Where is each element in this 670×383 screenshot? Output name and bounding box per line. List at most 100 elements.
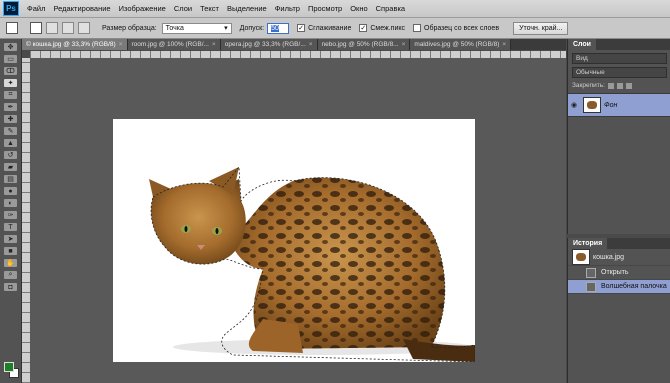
tab-label: room.jpg @ 100% (RGB/...	[131, 41, 209, 48]
menu-view[interactable]: Просмотр	[306, 4, 348, 13]
brush-tool-icon[interactable]: ✎	[4, 127, 17, 135]
blend-mode-select[interactable]: Обычные	[572, 67, 667, 78]
lock-pixels-icon[interactable]	[607, 82, 614, 89]
clone-stamp-tool-icon[interactable]: ▲	[4, 139, 17, 147]
magic-wand-preset-icon[interactable]	[6, 22, 18, 34]
history-panel: История кошка.jpg Открыть Волшебная пало…	[567, 238, 670, 383]
hand-tool-icon[interactable]: ✋	[4, 259, 17, 267]
tab-document-2[interactable]: room.jpg @ 100% (RGB/... ×	[127, 39, 221, 50]
vertical-ruler[interactable]	[22, 58, 30, 383]
sample-size-select[interactable]: Точка ▾	[161, 22, 232, 34]
close-icon[interactable]: ×	[212, 41, 216, 48]
new-selection-icon[interactable]	[30, 22, 42, 34]
blend-mode-value: Обычные	[576, 69, 605, 76]
layer-row-background[interactable]: ◉ Фон	[568, 93, 670, 117]
history-item-magic-wand[interactable]: Волшебная палочка	[568, 280, 670, 294]
history-item-open[interactable]: Открыть	[568, 266, 670, 280]
history-snapshot[interactable]: кошка.jpg	[568, 249, 670, 266]
tab-document-5[interactable]: maldives.jpg @ 50% (RGB/8) ×	[410, 39, 512, 50]
layer-kind-filter[interactable]: Вид	[572, 53, 667, 64]
menu-layers[interactable]: Слои	[172, 4, 198, 13]
menu-filter[interactable]: Фильтр	[273, 4, 306, 13]
intersect-selection-icon[interactable]	[78, 22, 90, 34]
type-tool-icon[interactable]: T	[4, 223, 17, 231]
document-workspace[interactable]	[30, 58, 566, 383]
path-selection-tool-icon[interactable]: ➤	[4, 235, 17, 243]
menu-type[interactable]: Текст	[198, 4, 225, 13]
menu-file[interactable]: Файл	[25, 4, 51, 13]
horizontal-ruler[interactable]	[30, 51, 566, 58]
layer-thumbnail	[583, 97, 601, 113]
snapshot-thumbnail	[572, 249, 590, 265]
tab-label: nebo.jpg @ 50% (RGB/8...	[321, 41, 399, 48]
tab-layers[interactable]: Слои	[568, 39, 596, 50]
marquee-tool-icon[interactable]: ▭	[4, 55, 17, 63]
dodge-tool-icon[interactable]: ◐	[4, 199, 17, 207]
tab-label: opera.jpg @ 33,3% (RGB/...	[224, 41, 306, 48]
history-item-label: Открыть	[601, 269, 629, 276]
crop-tool-icon[interactable]: ⌗	[4, 91, 17, 99]
all-layers-checkbox[interactable]	[413, 24, 421, 32]
quick-mask-icon[interactable]: ◘	[4, 283, 17, 291]
rectangle-tool-icon[interactable]: ■	[4, 247, 17, 255]
lock-label: Закрепить:	[572, 82, 605, 89]
lock-position-icon[interactable]	[616, 82, 623, 89]
menu-bar: Ps Файл Редактирование Изображение Слои …	[0, 0, 670, 18]
eyedropper-tool-icon[interactable]: ✒	[4, 103, 17, 111]
cat-pupil-right	[215, 228, 219, 234]
cat-pupil-left	[184, 226, 188, 232]
healing-brush-tool-icon[interactable]: ✚	[4, 115, 17, 123]
history-panel-header: История	[568, 238, 670, 249]
tab-history[interactable]: История	[568, 238, 608, 249]
document-tabs: © кошка.jpg @ 33,3% (RGB/8) × room.jpg @ …	[22, 39, 566, 50]
magic-wand-icon	[586, 281, 596, 292]
document-icon	[586, 267, 596, 278]
close-icon[interactable]: ×	[119, 41, 123, 48]
magic-wand-tool-icon[interactable]: ✦	[4, 79, 17, 87]
menu-window[interactable]: Окно	[348, 4, 373, 13]
gradient-tool-icon[interactable]: ▤	[4, 175, 17, 183]
tolerance-input[interactable]: 50	[267, 22, 290, 34]
tab-document-3[interactable]: opera.jpg @ 33,3% (RGB/... ×	[220, 39, 318, 50]
layers-panel-header: Слои	[568, 39, 670, 50]
eraser-tool-icon[interactable]: ▰	[4, 163, 17, 171]
sample-size-value: Точка	[165, 24, 184, 32]
menu-edit[interactable]: Редактирование	[51, 4, 116, 13]
menu-select[interactable]: Выделение	[225, 4, 273, 13]
contiguous-checkbox[interactable]: ✓	[359, 24, 368, 32]
sample-size-label: Размер образца:	[102, 24, 157, 32]
options-bar: Размер образца: Точка ▾ Допуск: 50 ✓ Сгл…	[0, 18, 670, 39]
menu-image[interactable]: Изображение	[117, 4, 172, 13]
snapshot-name: кошка.jpg	[593, 253, 625, 261]
tab-document-4[interactable]: nebo.jpg @ 50% (RGB/8... ×	[317, 39, 411, 50]
menu-help[interactable]: Справка	[374, 4, 411, 13]
antialias-checkbox[interactable]: ✓	[297, 24, 306, 32]
layer-kind-value: Вид	[576, 55, 588, 62]
image-canvas[interactable]	[113, 119, 476, 363]
cat-image	[149, 165, 476, 363]
tolerance-value: 50	[271, 24, 279, 32]
refine-edge-button[interactable]: Уточн. край...	[513, 21, 569, 35]
move-tool-icon[interactable]: ✥	[4, 43, 17, 51]
eye-icon[interactable]: ◉	[568, 101, 580, 109]
all-layers-label: Образец со всех слоев	[424, 24, 500, 32]
close-icon[interactable]: ×	[402, 41, 406, 48]
lock-all-icon[interactable]	[625, 82, 632, 89]
lock-row: Закрепить:	[572, 82, 667, 89]
subtract-selection-icon[interactable]	[62, 22, 74, 34]
foreground-color-swatch[interactable]	[4, 362, 14, 372]
pen-tool-icon[interactable]: ✑	[4, 211, 17, 219]
layer-name: Фон	[604, 101, 618, 109]
lasso-tool-icon[interactable]: ↀ	[4, 67, 17, 75]
close-icon[interactable]: ×	[502, 41, 506, 48]
history-brush-tool-icon[interactable]: ↺	[4, 151, 17, 159]
layers-panel: Слои Вид Обычные Закрепить: ◉ Фон	[567, 39, 670, 234]
zoom-tool-icon[interactable]: ⌕	[4, 271, 17, 279]
tab-document-1[interactable]: © кошка.jpg @ 33,3% (RGB/8) ×	[22, 39, 128, 50]
close-icon[interactable]: ×	[309, 41, 313, 48]
add-selection-icon[interactable]	[46, 22, 58, 34]
tab-label: © кошка.jpg @ 33,3% (RGB/8)	[26, 41, 116, 48]
blur-tool-icon[interactable]: ●	[4, 187, 17, 195]
history-item-label: Волшебная палочка	[601, 283, 667, 290]
tab-label: maldives.jpg @ 50% (RGB/8)	[414, 41, 500, 48]
